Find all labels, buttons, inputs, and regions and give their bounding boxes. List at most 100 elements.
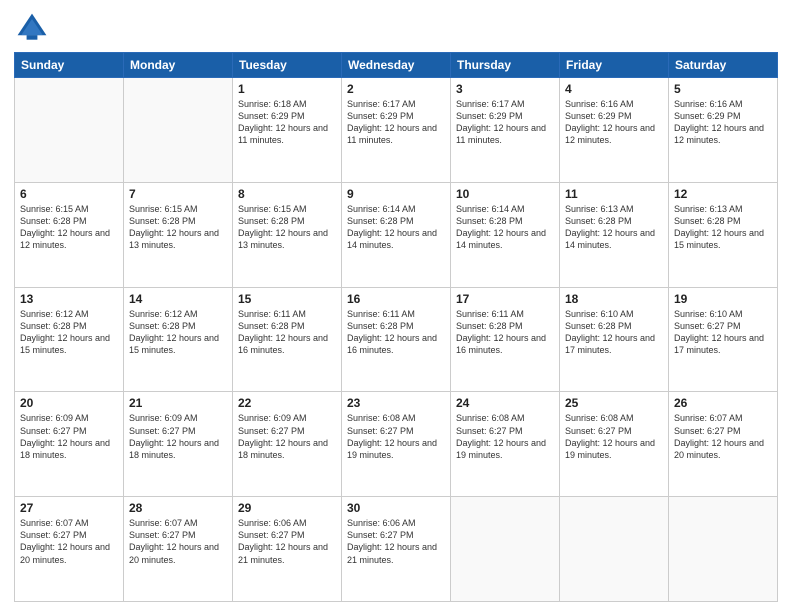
day-number: 11 bbox=[565, 187, 663, 201]
day-info: Sunrise: 6:12 AM Sunset: 6:28 PM Dayligh… bbox=[129, 308, 227, 357]
day-info: Sunrise: 6:10 AM Sunset: 6:28 PM Dayligh… bbox=[565, 308, 663, 357]
day-number: 10 bbox=[456, 187, 554, 201]
calendar-cell: 3 Sunrise: 6:17 AM Sunset: 6:29 PM Daylig… bbox=[451, 78, 560, 183]
day-number: 8 bbox=[238, 187, 336, 201]
day-number: 20 bbox=[20, 396, 118, 410]
day-number: 29 bbox=[238, 501, 336, 515]
day-info: Sunrise: 6:18 AM Sunset: 6:29 PM Dayligh… bbox=[238, 98, 336, 147]
weekday-header-sunday: Sunday bbox=[15, 53, 124, 78]
logo-icon bbox=[14, 10, 50, 46]
calendar-cell: 30 Sunrise: 6:06 AM Sunset: 6:27 PM Dayli… bbox=[342, 497, 451, 602]
calendar-cell: 15 Sunrise: 6:11 AM Sunset: 6:28 PM Dayli… bbox=[233, 287, 342, 392]
day-info: Sunrise: 6:06 AM Sunset: 6:27 PM Dayligh… bbox=[238, 517, 336, 566]
calendar-cell: 24 Sunrise: 6:08 AM Sunset: 6:27 PM Dayli… bbox=[451, 392, 560, 497]
day-number: 5 bbox=[674, 82, 772, 96]
calendar-cell: 19 Sunrise: 6:10 AM Sunset: 6:27 PM Dayli… bbox=[669, 287, 778, 392]
day-info: Sunrise: 6:09 AM Sunset: 6:27 PM Dayligh… bbox=[20, 412, 118, 461]
calendar-cell bbox=[451, 497, 560, 602]
calendar-cell: 26Sunrise: 6:07 AM Sunset: 6:27 PM Dayli… bbox=[669, 392, 778, 497]
calendar-cell: 28 Sunrise: 6:07 AM Sunset: 6:27 PM Dayli… bbox=[124, 497, 233, 602]
day-number: 2 bbox=[347, 82, 445, 96]
calendar-cell: 2 Sunrise: 6:17 AM Sunset: 6:29 PM Daylig… bbox=[342, 78, 451, 183]
day-info: Sunrise: 6:13 AM Sunset: 6:28 PM Dayligh… bbox=[674, 203, 772, 252]
day-number: 22 bbox=[238, 396, 336, 410]
day-number: 15 bbox=[238, 292, 336, 306]
header bbox=[14, 10, 778, 46]
calendar-cell: 13Sunrise: 6:12 AM Sunset: 6:28 PM Dayli… bbox=[15, 287, 124, 392]
day-number: 18 bbox=[565, 292, 663, 306]
calendar-cell bbox=[669, 497, 778, 602]
day-number: 24 bbox=[456, 396, 554, 410]
calendar-cell: 20 Sunrise: 6:09 AM Sunset: 6:27 PM Dayli… bbox=[15, 392, 124, 497]
calendar-cell: 17 Sunrise: 6:11 AM Sunset: 6:28 PM Dayli… bbox=[451, 287, 560, 392]
day-info: Sunrise: 6:08 AM Sunset: 6:27 PM Dayligh… bbox=[347, 412, 445, 461]
day-info: Sunrise: 6:07 AM Sunset: 6:27 PM Dayligh… bbox=[674, 412, 772, 461]
day-info: Sunrise: 6:09 AM Sunset: 6:27 PM Dayligh… bbox=[238, 412, 336, 461]
day-number: 3 bbox=[456, 82, 554, 96]
calendar-cell: 5 Sunrise: 6:16 AM Sunset: 6:29 PM Daylig… bbox=[669, 78, 778, 183]
calendar-cell: 10 Sunrise: 6:14 AM Sunset: 6:28 PM Dayli… bbox=[451, 182, 560, 287]
weekday-header-friday: Friday bbox=[560, 53, 669, 78]
calendar-cell: 11Sunrise: 6:13 AM Sunset: 6:28 PM Dayli… bbox=[560, 182, 669, 287]
calendar-cell: 16 Sunrise: 6:11 AM Sunset: 6:28 PM Dayli… bbox=[342, 287, 451, 392]
day-number: 6 bbox=[20, 187, 118, 201]
calendar-cell: 6 Sunrise: 6:15 AM Sunset: 6:28 PM Daylig… bbox=[15, 182, 124, 287]
day-info: Sunrise: 6:10 AM Sunset: 6:27 PM Dayligh… bbox=[674, 308, 772, 357]
day-number: 27 bbox=[20, 501, 118, 515]
calendar-cell: 25 Sunrise: 6:08 AM Sunset: 6:27 PM Dayli… bbox=[560, 392, 669, 497]
day-info: Sunrise: 6:15 AM Sunset: 6:28 PM Dayligh… bbox=[20, 203, 118, 252]
day-info: Sunrise: 6:14 AM Sunset: 6:28 PM Dayligh… bbox=[456, 203, 554, 252]
calendar-cell: 27 Sunrise: 6:07 AM Sunset: 6:27 PM Dayli… bbox=[15, 497, 124, 602]
day-number: 16 bbox=[347, 292, 445, 306]
day-info: Sunrise: 6:11 AM Sunset: 6:28 PM Dayligh… bbox=[347, 308, 445, 357]
calendar-cell: 4Sunrise: 6:16 AM Sunset: 6:29 PM Daylig… bbox=[560, 78, 669, 183]
calendar-body: 1Sunrise: 6:18 AM Sunset: 6:29 PM Daylig… bbox=[15, 78, 778, 602]
day-info: Sunrise: 6:15 AM Sunset: 6:28 PM Dayligh… bbox=[238, 203, 336, 252]
day-info: Sunrise: 6:08 AM Sunset: 6:27 PM Dayligh… bbox=[456, 412, 554, 461]
day-info: Sunrise: 6:08 AM Sunset: 6:27 PM Dayligh… bbox=[565, 412, 663, 461]
day-number: 4 bbox=[565, 82, 663, 96]
day-info: Sunrise: 6:06 AM Sunset: 6:27 PM Dayligh… bbox=[347, 517, 445, 566]
day-info: Sunrise: 6:11 AM Sunset: 6:28 PM Dayligh… bbox=[238, 308, 336, 357]
day-number: 21 bbox=[129, 396, 227, 410]
calendar-cell: 12 Sunrise: 6:13 AM Sunset: 6:28 PM Dayli… bbox=[669, 182, 778, 287]
calendar-cell: 18 Sunrise: 6:10 AM Sunset: 6:28 PM Dayli… bbox=[560, 287, 669, 392]
logo bbox=[14, 10, 54, 46]
day-info: Sunrise: 6:11 AM Sunset: 6:28 PM Dayligh… bbox=[456, 308, 554, 357]
day-number: 9 bbox=[347, 187, 445, 201]
day-info: Sunrise: 6:07 AM Sunset: 6:27 PM Dayligh… bbox=[20, 517, 118, 566]
day-number: 17 bbox=[456, 292, 554, 306]
calendar-cell bbox=[560, 497, 669, 602]
calendar-cell bbox=[124, 78, 233, 183]
day-number: 23 bbox=[347, 396, 445, 410]
day-info: Sunrise: 6:17 AM Sunset: 6:29 PM Dayligh… bbox=[347, 98, 445, 147]
day-number: 30 bbox=[347, 501, 445, 515]
week-row-0: 1Sunrise: 6:18 AM Sunset: 6:29 PM Daylig… bbox=[15, 78, 778, 183]
day-info: Sunrise: 6:12 AM Sunset: 6:28 PM Dayligh… bbox=[20, 308, 118, 357]
week-row-4: 27 Sunrise: 6:07 AM Sunset: 6:27 PM Dayli… bbox=[15, 497, 778, 602]
calendar-cell: 14Sunrise: 6:12 AM Sunset: 6:28 PM Dayli… bbox=[124, 287, 233, 392]
day-number: 28 bbox=[129, 501, 227, 515]
week-row-3: 20 Sunrise: 6:09 AM Sunset: 6:27 PM Dayli… bbox=[15, 392, 778, 497]
calendar-table: SundayMondayTuesdayWednesdayThursdayFrid… bbox=[14, 52, 778, 602]
calendar-header: SundayMondayTuesdayWednesdayThursdayFrid… bbox=[15, 53, 778, 78]
calendar-cell: 8 Sunrise: 6:15 AM Sunset: 6:28 PM Daylig… bbox=[233, 182, 342, 287]
calendar-cell: 1Sunrise: 6:18 AM Sunset: 6:29 PM Daylig… bbox=[233, 78, 342, 183]
day-info: Sunrise: 6:14 AM Sunset: 6:28 PM Dayligh… bbox=[347, 203, 445, 252]
calendar-cell: 9 Sunrise: 6:14 AM Sunset: 6:28 PM Daylig… bbox=[342, 182, 451, 287]
day-number: 12 bbox=[674, 187, 772, 201]
day-info: Sunrise: 6:07 AM Sunset: 6:27 PM Dayligh… bbox=[129, 517, 227, 566]
day-number: 19 bbox=[674, 292, 772, 306]
calendar-cell: 23 Sunrise: 6:08 AM Sunset: 6:27 PM Dayli… bbox=[342, 392, 451, 497]
day-info: Sunrise: 6:16 AM Sunset: 6:29 PM Dayligh… bbox=[674, 98, 772, 147]
calendar-cell: 22 Sunrise: 6:09 AM Sunset: 6:27 PM Dayli… bbox=[233, 392, 342, 497]
day-info: Sunrise: 6:09 AM Sunset: 6:27 PM Dayligh… bbox=[129, 412, 227, 461]
weekday-header-row: SundayMondayTuesdayWednesdayThursdayFrid… bbox=[15, 53, 778, 78]
calendar-cell: 29 Sunrise: 6:06 AM Sunset: 6:27 PM Dayli… bbox=[233, 497, 342, 602]
day-info: Sunrise: 6:17 AM Sunset: 6:29 PM Dayligh… bbox=[456, 98, 554, 147]
day-number: 25 bbox=[565, 396, 663, 410]
day-number: 7 bbox=[129, 187, 227, 201]
weekday-header-wednesday: Wednesday bbox=[342, 53, 451, 78]
week-row-2: 13Sunrise: 6:12 AM Sunset: 6:28 PM Dayli… bbox=[15, 287, 778, 392]
weekday-header-tuesday: Tuesday bbox=[233, 53, 342, 78]
